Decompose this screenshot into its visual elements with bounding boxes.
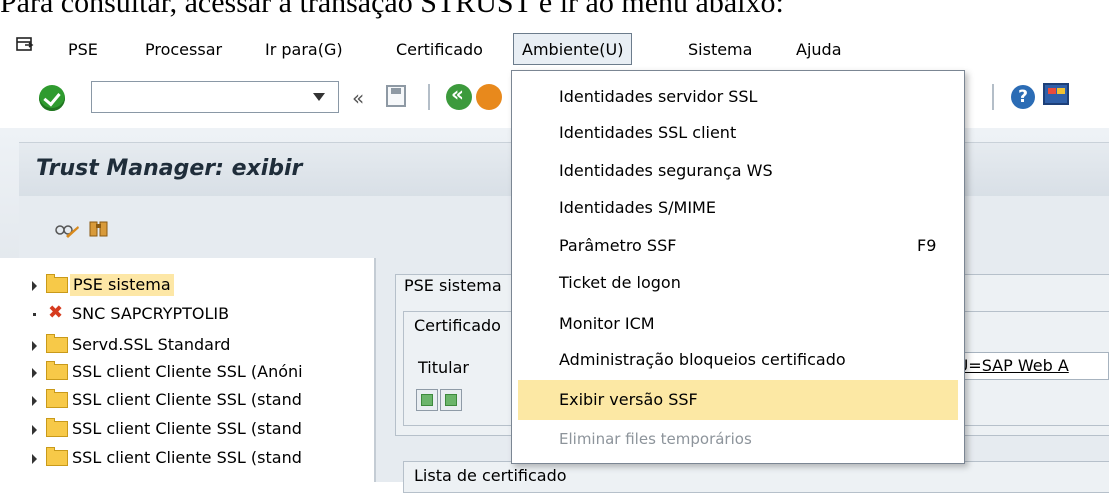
toolbar-separator [992, 84, 994, 110]
error-icon: ✖ [48, 302, 64, 323]
page-title: Trust Manager: exibir [36, 156, 303, 181]
exit-button[interactable] [476, 84, 502, 110]
ambiente-menu: Identidades servidor SSL Identidades SSL… [511, 70, 965, 464]
folder-icon [46, 447, 68, 466]
folder-icon [46, 274, 68, 293]
menu-option-logon-ticket[interactable]: Ticket de logon [518, 263, 958, 303]
expand-arrow-icon[interactable] [32, 454, 37, 464]
menu-processar[interactable]: Processar [145, 40, 222, 60]
folder-icon [46, 361, 68, 380]
save-icon[interactable] [386, 85, 406, 107]
bullet-icon [33, 313, 36, 316]
menu-sistema[interactable]: Sistema [688, 40, 752, 60]
back-button[interactable] [446, 82, 472, 110]
find-icon[interactable] [88, 218, 110, 242]
menu-ajuda[interactable]: Ajuda [796, 40, 842, 60]
menu-option-label: Ticket de logon [559, 273, 681, 292]
menu-option-label: Eliminar files temporários [559, 430, 752, 448]
folder-icon [46, 389, 68, 408]
owner-field[interactable]: OU=SAP Web A [940, 352, 1109, 380]
tree-item-label: SNC SAPCRYPTOLIB [72, 304, 230, 323]
menu-option-smime-identities[interactable]: Identidades S/MIME [518, 188, 958, 228]
expand-arrow-icon[interactable] [32, 368, 37, 378]
tree-item-label: PSE sistema [70, 274, 174, 296]
tree-item-label: SSL client Cliente SSL (stand [72, 419, 302, 438]
tree-item-label: SSL client Cliente SSL (stand [72, 390, 302, 409]
command-dropdown-icon[interactable] [313, 93, 325, 101]
menu-option-label: Administração bloqueios certificado [559, 350, 846, 369]
menu-ambiente[interactable]: Ambiente(U) [513, 33, 633, 65]
menu-option-ssl-server-identities[interactable]: Identidades servidor SSL [518, 77, 958, 117]
display-change-icon[interactable] [54, 220, 80, 242]
expand-arrow-icon[interactable] [32, 396, 37, 406]
enter-button[interactable] [39, 85, 65, 111]
import-certificate-icon[interactable] [416, 389, 438, 411]
menu-bar: PSE Processar Ir para(G) Certificado Amb… [0, 30, 1109, 70]
export-certificate-icon[interactable] [440, 389, 462, 411]
folder-icon [46, 334, 68, 353]
folder-icon [46, 418, 68, 437]
menu-option-label: Identidades S/MIME [559, 198, 716, 217]
tree-item-label: Servd.SSL Standard [72, 335, 231, 354]
expand-arrow-icon[interactable] [32, 281, 37, 291]
document-caption: Para consultar, acessar a transação STRU… [0, 0, 784, 19]
menu-ir-para[interactable]: Ir para(G) [265, 40, 343, 60]
certificate-group-title: Certificado [414, 316, 501, 335]
tree-item-label: SSL client Cliente SSL (Anóni [72, 362, 303, 381]
menu-option-label: Parâmetro SSF [559, 236, 677, 255]
menu-option-label: Identidades servidor SSL [559, 87, 758, 106]
pse-group-title: PSE sistema [404, 276, 502, 295]
menu-option-show-ssf-version[interactable]: Exibir versão SSF [518, 380, 958, 420]
menu-option-label: Exibir versão SSF [559, 390, 698, 409]
menu-option-certificate-block-admin[interactable]: Administração bloqueios certificado [518, 340, 958, 380]
command-field[interactable] [91, 81, 339, 113]
tree-item-label: SSL client Cliente SSL (stand [72, 448, 302, 467]
menu-option-label: Identidades SSL client [559, 123, 737, 142]
menu-certificado[interactable]: Certificado [396, 40, 483, 60]
menu-option-ssf-parameter[interactable]: Parâmetro SSF F9 [518, 226, 958, 266]
help-button[interactable]: ? [1011, 85, 1035, 109]
sap-menu-icon[interactable] [16, 36, 34, 54]
menu-option-icm-monitor[interactable]: Monitor ICM [518, 304, 958, 344]
menu-option-ssl-client-identities[interactable]: Identidades SSL client [518, 113, 958, 153]
history-chevron-icon[interactable]: « [352, 86, 364, 110]
menu-option-label: Monitor ICM [559, 314, 655, 333]
owner-label: Titular [418, 358, 469, 377]
menu-option-shortcut: F9 [917, 236, 937, 255]
toolbar-separator [428, 84, 430, 110]
menu-option-ws-security-identities[interactable]: Identidades segurança WS [518, 151, 958, 191]
menu-option-delete-temp-files: Eliminar files temporários [518, 419, 958, 459]
customize-layout-icon[interactable] [1043, 83, 1069, 105]
expand-arrow-icon[interactable] [32, 341, 37, 351]
menu-option-label: Identidades segurança WS [559, 161, 773, 180]
expand-arrow-icon[interactable] [32, 425, 37, 435]
certificate-list-title: Lista de certificado [414, 466, 567, 485]
menu-pse[interactable]: PSE [68, 40, 98, 60]
